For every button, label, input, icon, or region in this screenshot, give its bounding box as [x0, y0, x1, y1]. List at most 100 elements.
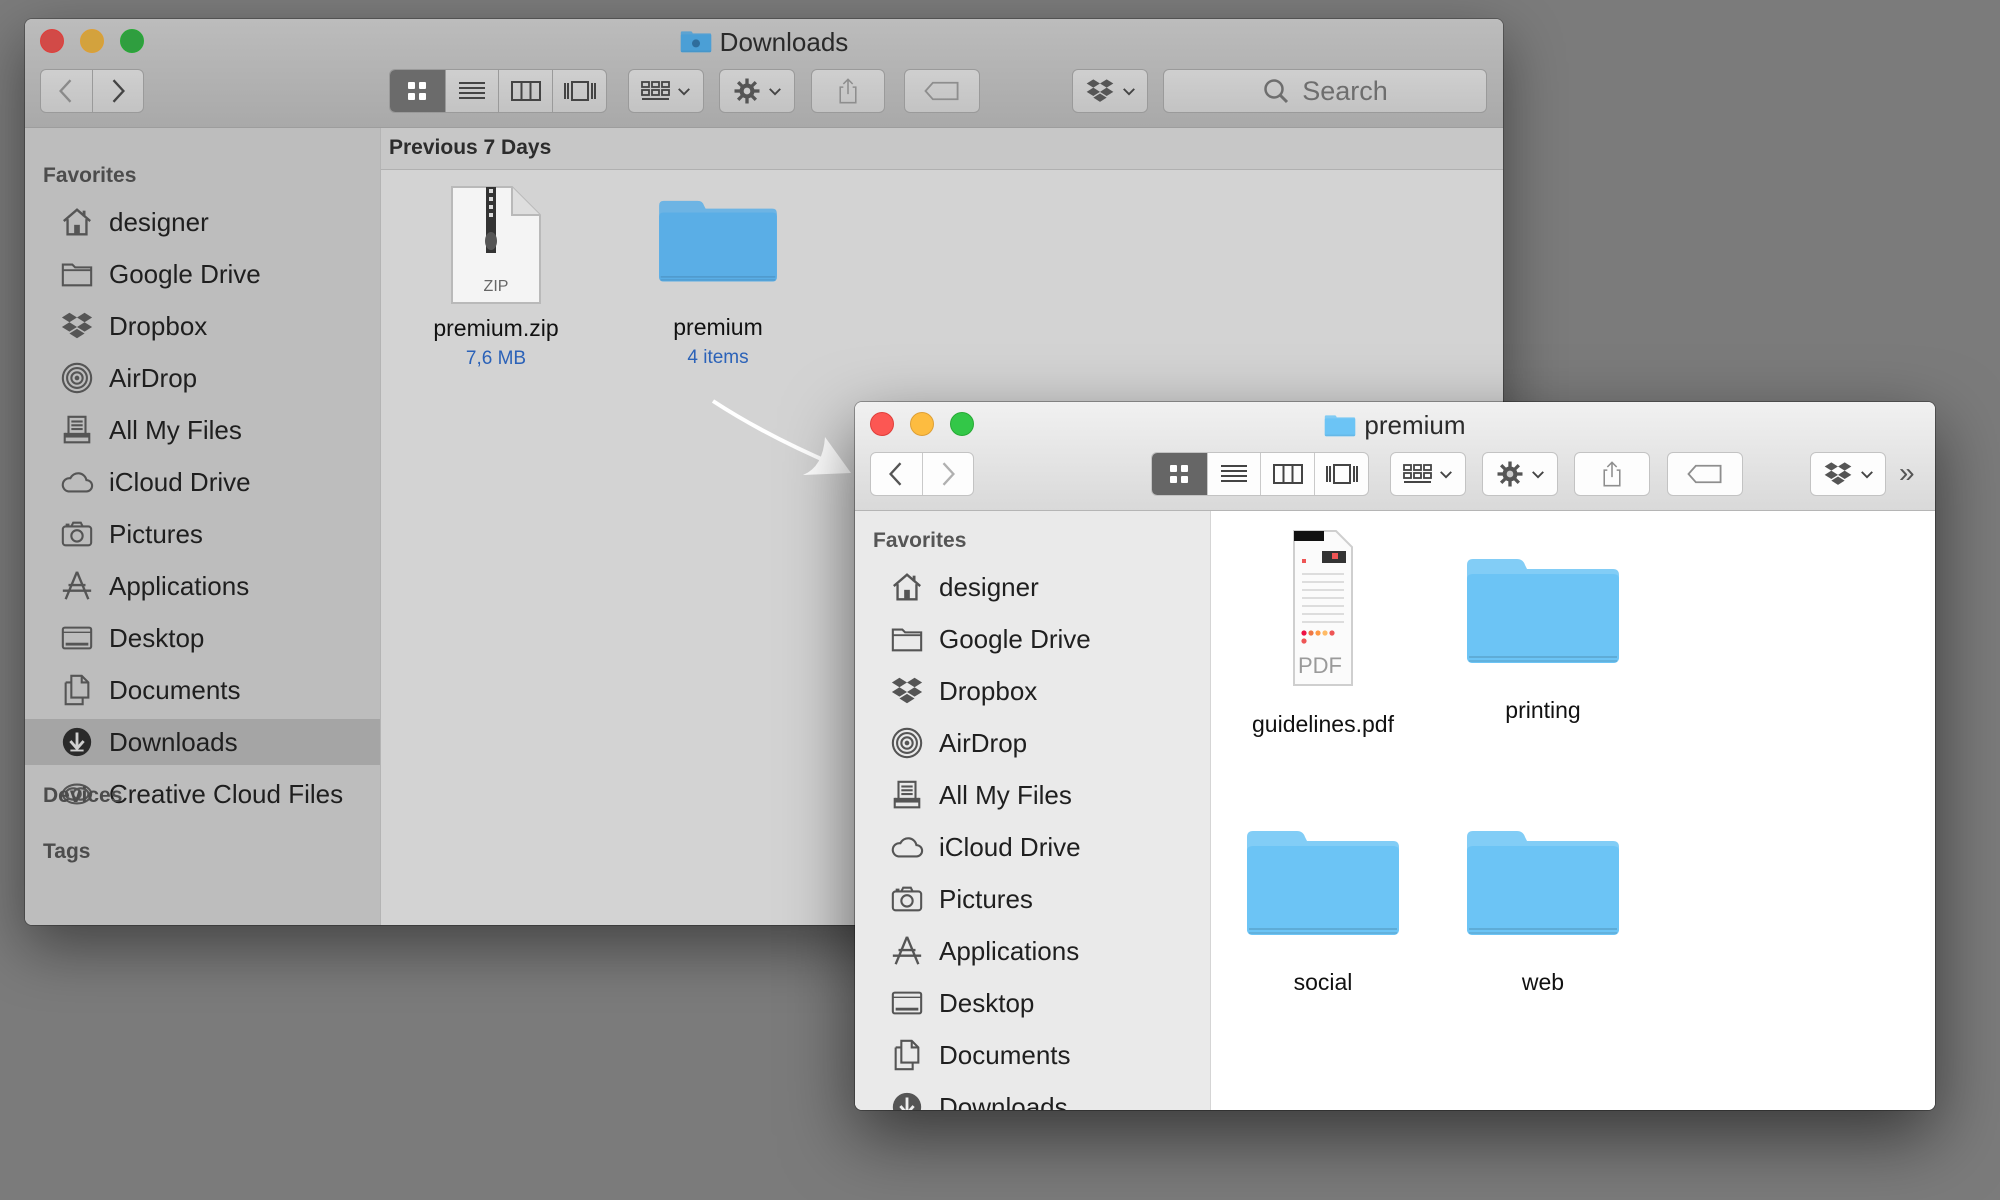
- sidebar-item-icloud-drive[interactable]: iCloud Drive: [855, 824, 1210, 870]
- toolbar-overflow-button[interactable]: »: [1899, 457, 1915, 489]
- sidebar-item-icloud-drive[interactable]: iCloud Drive: [25, 459, 380, 505]
- icon-view-button[interactable]: [390, 70, 446, 112]
- sidebar-item-label: AirDrop: [939, 727, 1028, 758]
- sidebar-item-applications[interactable]: Applications: [855, 928, 1210, 974]
- cover-flow-button[interactable]: [553, 70, 606, 112]
- window-title: premium: [855, 410, 1935, 445]
- sidebar-item-designer[interactable]: designer: [855, 564, 1210, 610]
- tag-icon: [1686, 463, 1724, 485]
- sidebar-item-google-drive[interactable]: Google Drive: [25, 251, 380, 297]
- folder-name: social: [1293, 969, 1353, 995]
- sidebar-item-airdrop[interactable]: AirDrop: [25, 355, 380, 401]
- forward-button[interactable]: [923, 453, 974, 495]
- sidebar-item-all-my-files[interactable]: All My Files: [855, 772, 1210, 818]
- pdf-file-icon: PDF: [1223, 529, 1423, 689]
- folder-item-count: 4 items: [687, 347, 749, 368]
- action-button[interactable]: [719, 69, 795, 113]
- folder-item[interactable]: printing: [1443, 549, 1643, 724]
- folder-icon: [1443, 549, 1643, 675]
- sidebar-item-downloads[interactable]: Downloads: [25, 719, 380, 765]
- sidebar-item-dropbox[interactable]: Dropbox: [25, 303, 380, 349]
- zip-file-icon: ZIP: [396, 183, 596, 307]
- sidebar: Favorites designer Google Drive Dropbox Air…: [25, 128, 381, 925]
- airdrop-icon: [59, 360, 95, 396]
- folder-name: premium: [673, 314, 763, 340]
- favorites-header: Favorites: [43, 164, 137, 187]
- tag-button[interactable]: [1667, 452, 1743, 496]
- column-view-button[interactable]: [1261, 453, 1316, 495]
- folder-name: printing: [1505, 697, 1581, 723]
- titlebar: Downloads Search: [25, 19, 1503, 128]
- cover-flow-icon: [563, 79, 597, 103]
- action-button[interactable]: [1482, 452, 1558, 496]
- dropbox-button[interactable]: [1072, 69, 1148, 113]
- home-icon: [889, 569, 925, 605]
- sidebar-item-downloads[interactable]: Downloads: [855, 1084, 1210, 1110]
- folder-icon: [59, 256, 95, 292]
- tag-button[interactable]: [904, 69, 980, 113]
- curved-arrow: [711, 399, 851, 475]
- column-view-button[interactable]: [499, 70, 554, 112]
- sidebar-item-desktop[interactable]: Desktop: [25, 615, 380, 661]
- file-item[interactable]: PDF guidelines.pdf: [1223, 529, 1423, 738]
- sidebar-item-applications[interactable]: Applications: [25, 563, 380, 609]
- home-icon: [59, 204, 95, 240]
- sidebar-item-documents[interactable]: Documents: [25, 667, 380, 713]
- downloads-icon: [889, 1089, 925, 1110]
- search-icon: [1262, 77, 1290, 105]
- sidebar-item-pictures[interactable]: Pictures: [855, 876, 1210, 922]
- arrange-icon: [641, 79, 671, 103]
- titlebar: premium »: [855, 402, 1935, 511]
- columns-icon: [511, 79, 541, 103]
- sidebar-item-label: Pictures: [939, 883, 1033, 914]
- sidebar-item-all-my-files[interactable]: All My Files: [25, 407, 380, 453]
- share-button[interactable]: [811, 69, 885, 113]
- chevron-down-icon: [677, 86, 691, 97]
- sidebar-item-documents[interactable]: Documents: [855, 1032, 1210, 1078]
- forward-button[interactable]: [93, 70, 144, 112]
- dropbox-button[interactable]: [1810, 452, 1886, 496]
- sidebar-item-label: Dropbox: [109, 310, 208, 341]
- cover-flow-button[interactable]: [1315, 453, 1368, 495]
- folder-item[interactable]: web: [1443, 821, 1643, 996]
- sidebar-item-label: Downloads: [109, 726, 238, 757]
- file-name: premium.zip: [433, 315, 559, 341]
- search-field[interactable]: Search: [1163, 69, 1487, 113]
- chevron-left-icon: [57, 77, 75, 105]
- sidebar-item-label: AirDrop: [109, 362, 198, 393]
- list-view-button[interactable]: [446, 70, 500, 112]
- sidebar-item-label: iCloud Drive: [109, 466, 251, 497]
- sidebar-item-pictures[interactable]: Pictures: [25, 511, 380, 557]
- arrange-button[interactable]: [1390, 452, 1466, 496]
- sidebar: Favorites designer Google Drive Dropbox Air…: [855, 511, 1211, 1110]
- view-mode-control: [1151, 452, 1369, 496]
- list-view-button[interactable]: [1208, 453, 1262, 495]
- chevron-right-icon: [109, 77, 127, 105]
- sidebar-item-desktop[interactable]: Desktop: [855, 980, 1210, 1026]
- desktop-icon: [59, 620, 95, 656]
- tags-header: Tags: [43, 840, 91, 863]
- folder-item[interactable]: social: [1223, 821, 1423, 996]
- icon-view-button[interactable]: [1152, 453, 1208, 495]
- grid-icon: [405, 79, 429, 103]
- downloads-icon: [59, 724, 95, 760]
- folder-icon: [1443, 821, 1643, 947]
- sidebar-item-airdrop[interactable]: AirDrop: [855, 720, 1210, 766]
- columns-icon: [1273, 462, 1303, 486]
- file-item[interactable]: ZIP premium.zip 7,6 MB: [396, 183, 596, 370]
- sidebar-item-google-drive[interactable]: Google Drive: [855, 616, 1210, 662]
- folder-item[interactable]: premium 4 items: [618, 190, 818, 369]
- all-files-icon: [889, 777, 925, 813]
- back-button[interactable]: [871, 453, 923, 495]
- sidebar-item-dropbox[interactable]: Dropbox: [855, 668, 1210, 714]
- share-button[interactable]: [1574, 452, 1650, 496]
- window-title-text: premium: [1364, 410, 1466, 440]
- dropbox-icon: [889, 673, 925, 709]
- chevron-left-icon: [887, 460, 905, 488]
- sidebar-item-label: All My Files: [939, 779, 1072, 810]
- list-icon: [1220, 462, 1248, 486]
- sidebar-item-designer[interactable]: designer: [25, 199, 380, 245]
- dropbox-icon: [59, 308, 95, 344]
- back-button[interactable]: [41, 70, 93, 112]
- arrange-button[interactable]: [628, 69, 704, 113]
